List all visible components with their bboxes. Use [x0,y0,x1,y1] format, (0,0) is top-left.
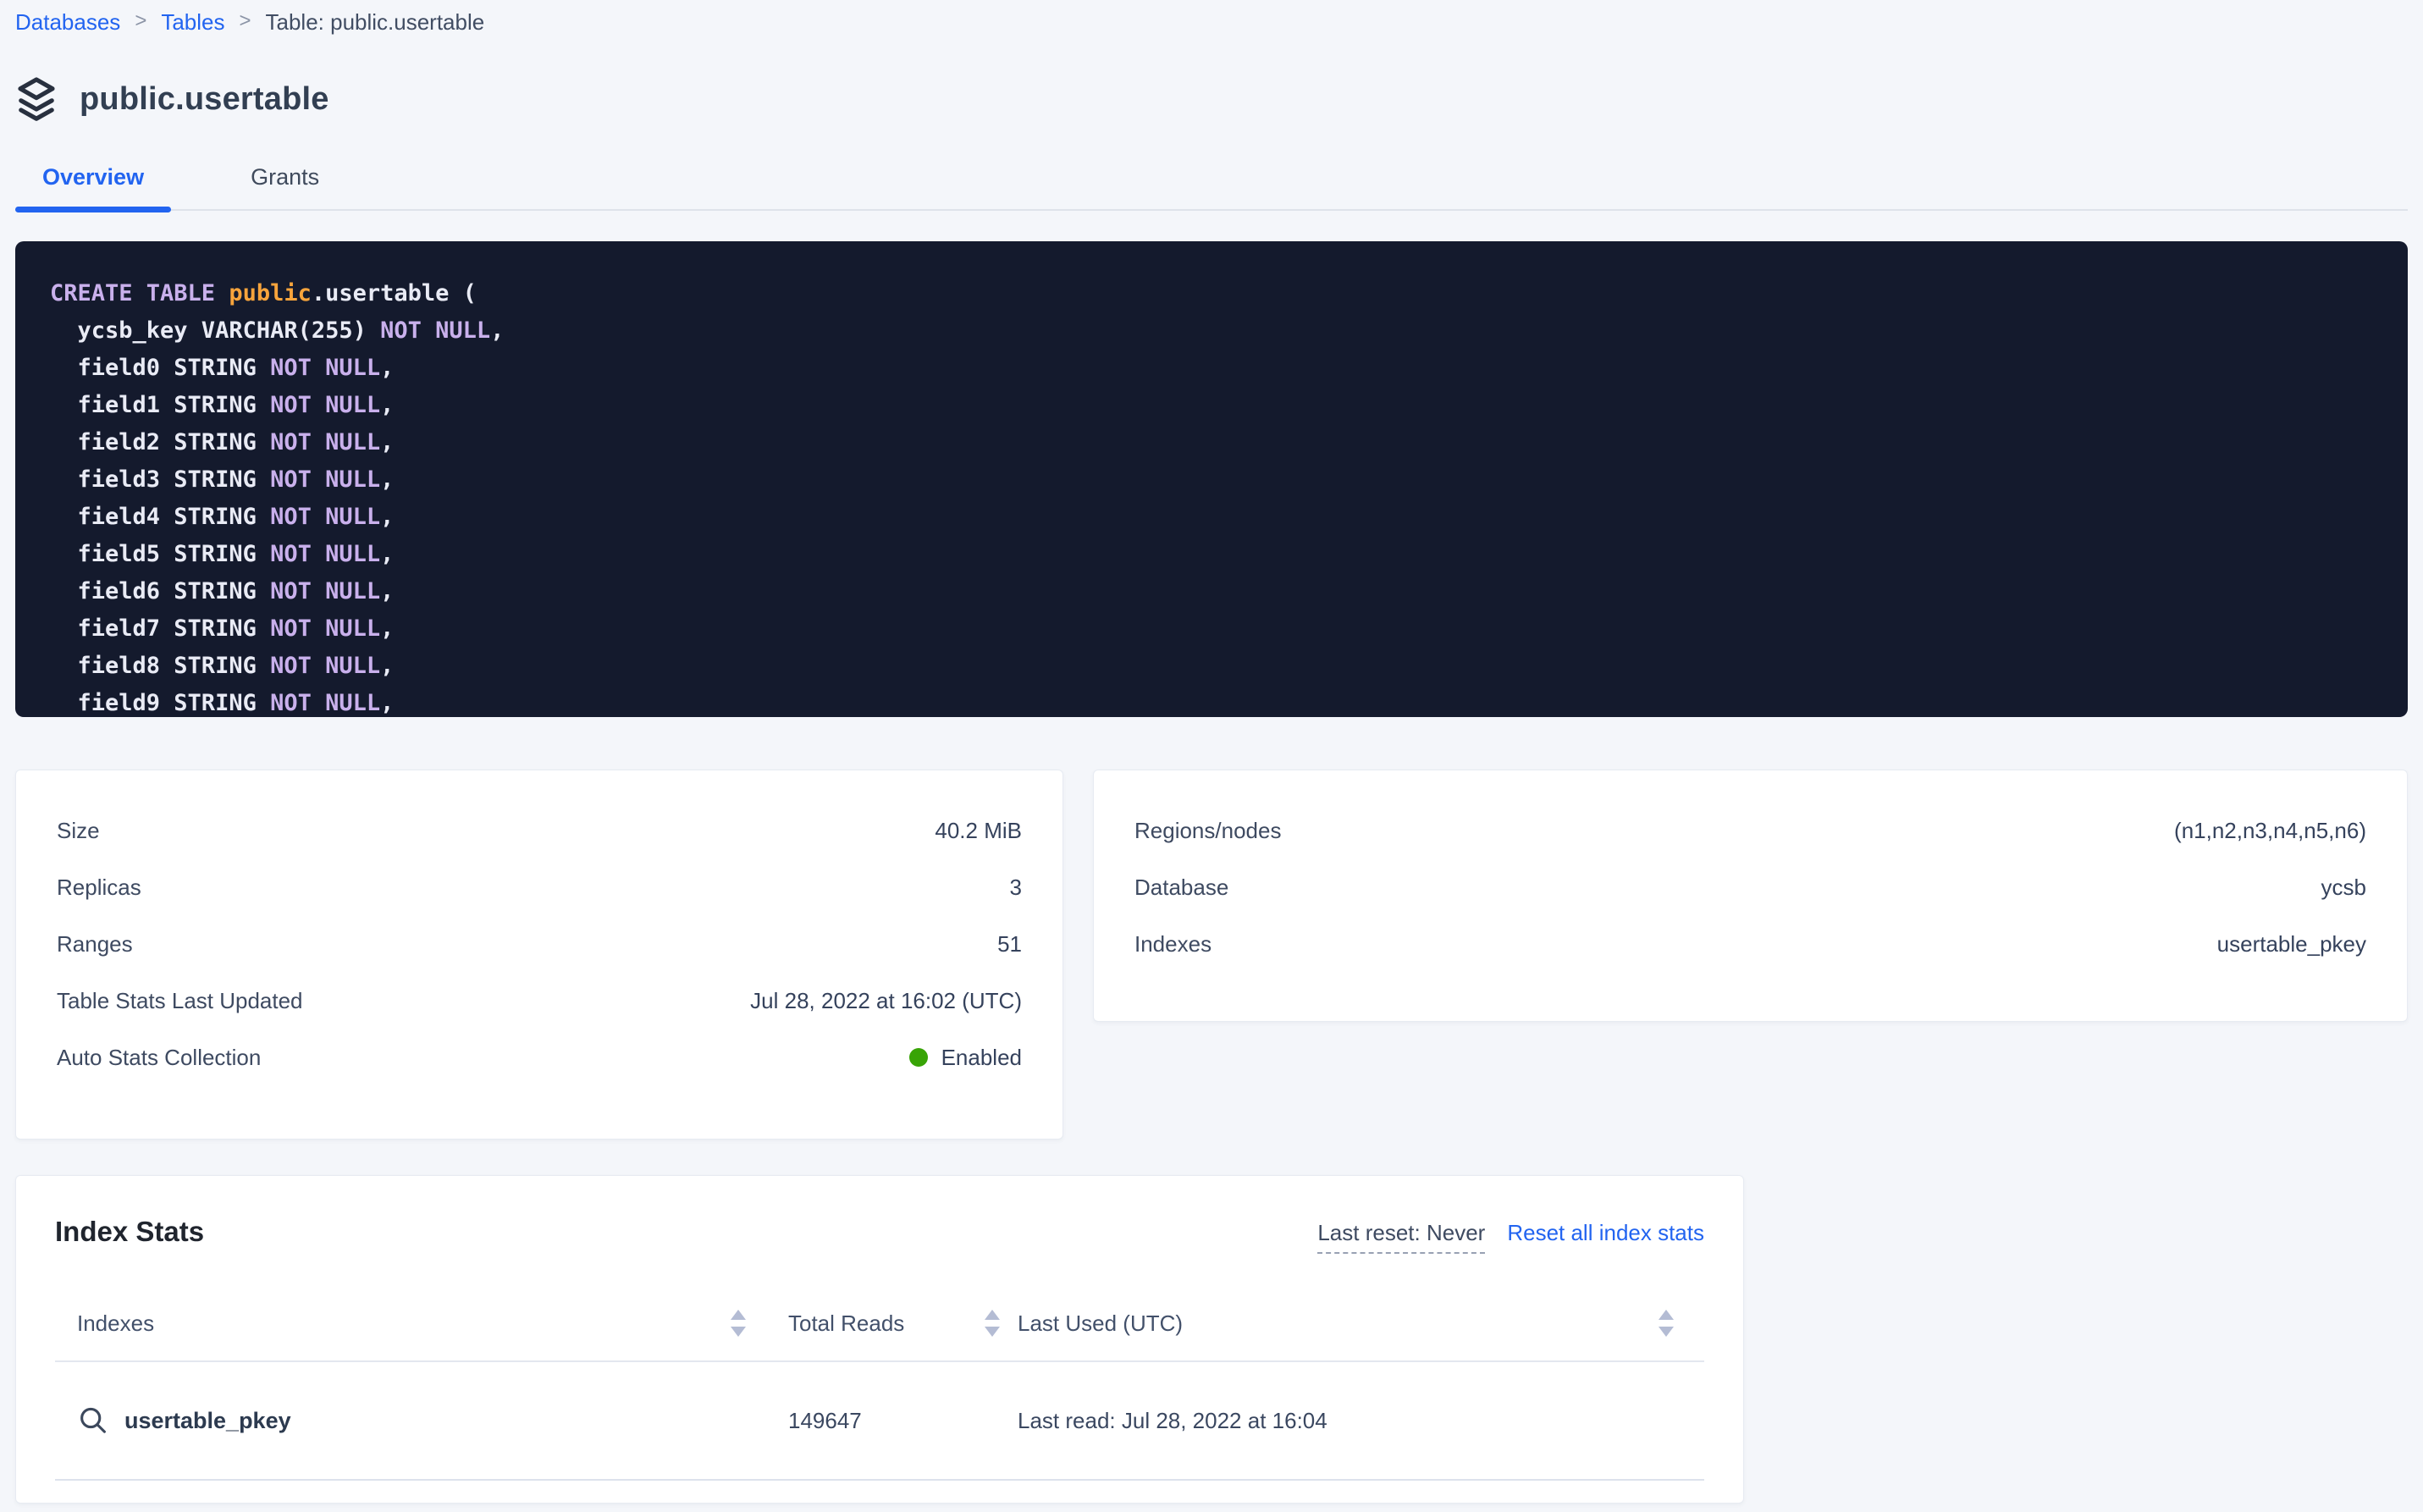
stat-value: 3 [1010,875,1022,901]
last-reset-label[interactable]: Last reset: Never [1317,1220,1485,1254]
sql-code: CREATE TABLE public.usertable ( ycsb_key… [50,275,2382,717]
stat-label: Indexes [1134,931,1212,957]
stat-row-database: Database ycsb [1134,869,2366,905]
stat-row-replicas: Replicas 3 [57,869,1022,905]
sort-icon[interactable] [985,1310,1000,1337]
summary-cards: Size 40.2 MiB Replicas 3 Ranges 51 Table… [15,770,2408,1140]
chevron-right-icon: > [135,8,146,35]
table-detail-page: Databases > Tables > Table: public.usert… [0,0,2423,1504]
page-header: public.usertable [15,76,2408,122]
column-header-total-reads: Total Reads [788,1310,1000,1337]
index-table-header-row: Indexes Total Reads Last Used (UTC) [55,1286,1704,1362]
index-stats-title: Index Stats [55,1215,204,1249]
index-table-row[interactable]: usertable_pkey 149647 Last read: Jul 28,… [55,1362,1704,1481]
stat-label: Table Stats Last Updated [57,988,303,1014]
column-header-indexes: Indexes [77,1310,746,1337]
column-header-last-used: Last Used (UTC) [1018,1310,1682,1337]
status-dot-icon [909,1048,928,1067]
stat-label: Auto Stats Collection [57,1045,261,1071]
column-header-label: Last Used (UTC) [1018,1311,1183,1337]
tabs: Overview Grants [15,164,2408,211]
page-title: public.usertable [80,81,329,118]
table-stats-card: Size 40.2 MiB Replicas 3 Ranges 51 Table… [15,770,1063,1140]
stat-value: ycsb [2321,875,2366,901]
sort-icon[interactable] [1659,1310,1674,1337]
stat-row-ranges: Ranges 51 [57,926,1022,962]
stat-label: Size [57,818,100,844]
last-used-value: Last read: Jul 28, 2022 at 16:04 [1018,1408,1327,1434]
stat-value: Jul 28, 2022 at 16:02 (UTC) [750,988,1022,1014]
breadcrumb-tables[interactable]: Tables [161,8,224,36]
column-header-label: Total Reads [788,1311,904,1337]
breadcrumb-databases[interactable]: Databases [15,8,120,36]
column-header-label: Indexes [77,1311,154,1337]
stat-row-indexes: Indexes usertable_pkey [1134,926,2366,962]
last-used-cell: Last read: Jul 28, 2022 at 16:04 [1018,1408,1682,1434]
index-name-cell: usertable_pkey [77,1405,746,1436]
index-stats-card: Index Stats Last reset: Never Reset all … [15,1175,1744,1504]
stat-value: usertable_pkey [2217,931,2366,957]
breadcrumb-current-table: Table: public.usertable [266,8,485,36]
reset-area: Last reset: Never Reset all index stats [1317,1215,1704,1254]
chevron-right-icon: > [239,8,251,35]
stat-row-size: Size 40.2 MiB [57,813,1022,848]
stat-label: Replicas [57,875,141,901]
index-stats-table: Indexes Total Reads Last Used (UTC) [55,1286,1704,1481]
index-name: usertable_pkey [124,1408,291,1434]
stat-row-stats-updated: Table Stats Last Updated Jul 28, 2022 at… [57,983,1022,1018]
stat-row-auto-stats: Auto Stats Collection Enabled [57,1040,1022,1075]
breadcrumb: Databases > Tables > Table: public.usert… [15,8,2408,36]
status-value: Enabled [909,1045,1022,1071]
stat-label: Database [1134,875,1228,901]
total-reads-cell: 149647 [788,1408,1000,1434]
search-icon [77,1405,108,1436]
create-table-sql-block: CREATE TABLE public.usertable ( ycsb_key… [15,241,2408,717]
table-details-card: Regions/nodes (n1,n2,n3,n4,n5,n6) Databa… [1093,770,2408,1022]
stat-row-regions: Regions/nodes (n1,n2,n3,n4,n5,n6) [1134,813,2366,848]
index-stats-header: Index Stats Last reset: Never Reset all … [55,1215,1704,1254]
total-reads-value: 149647 [788,1408,862,1434]
status-text: Enabled [941,1045,1022,1071]
tab-overview[interactable]: Overview [15,164,171,209]
layers-icon [15,76,58,122]
stat-value: 51 [997,931,1022,957]
stat-label: Regions/nodes [1134,818,1281,844]
sort-icon[interactable] [731,1310,746,1337]
stat-value: 40.2 MiB [935,818,1022,844]
stat-value: (n1,n2,n3,n4,n5,n6) [2174,818,2366,844]
tab-grants[interactable]: Grants [224,164,346,209]
stat-label: Ranges [57,931,133,957]
reset-all-index-stats-link[interactable]: Reset all index stats [1507,1220,1704,1246]
